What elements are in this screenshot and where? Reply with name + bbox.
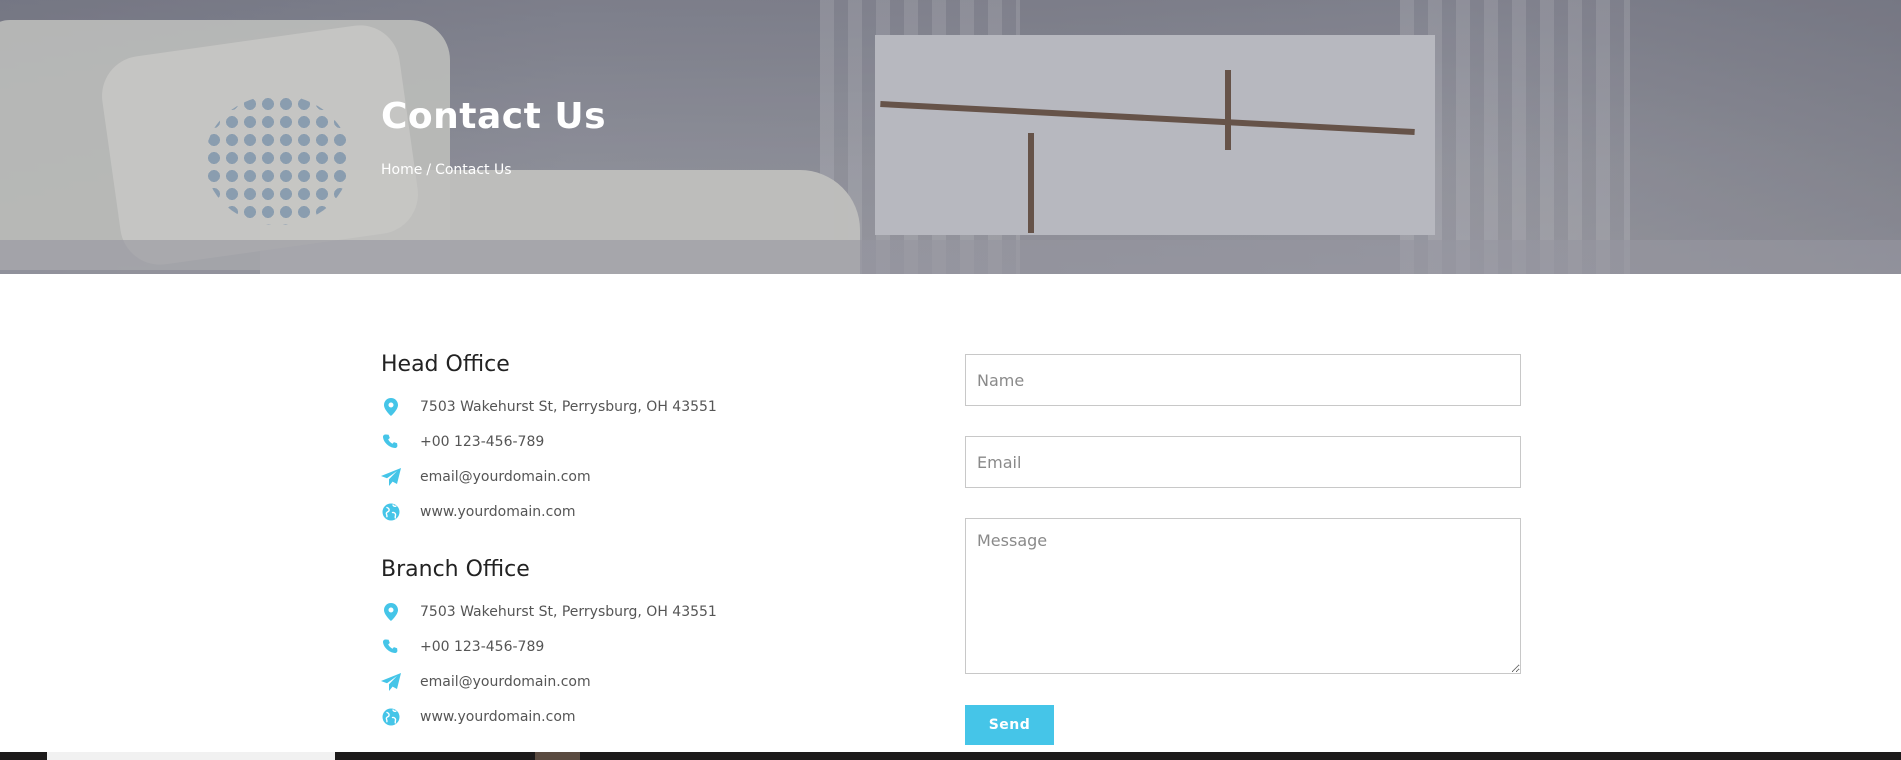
taskbar-segment	[47, 752, 335, 760]
taskbar-segment	[535, 752, 580, 760]
map-pin-icon	[381, 397, 401, 417]
branch-office-phone: +00 123-456-789	[420, 639, 545, 655]
globe-icon	[381, 707, 401, 727]
head-office-address: 7503 Wakehurst St, Perrysburg, OH 43551	[420, 399, 717, 415]
globe-icon	[381, 502, 401, 522]
phone-icon	[381, 637, 401, 657]
branch-office-address: 7503 Wakehurst St, Perrysburg, OH 43551	[420, 604, 717, 620]
branch-office-phone-row: +00 123-456-789	[381, 636, 544, 658]
send-button[interactable]: Send	[965, 705, 1054, 745]
head-office-email[interactable]: email@yourdomain.com	[420, 469, 591, 485]
hero-overlay	[0, 0, 1901, 274]
head-office-website[interactable]: www.yourdomain.com	[420, 504, 576, 520]
head-office-phone: +00 123-456-789	[420, 434, 545, 450]
message-textarea[interactable]	[965, 518, 1521, 674]
branch-office-website[interactable]: www.yourdomain.com	[420, 709, 576, 725]
head-office-email-row: email@yourdomain.com	[381, 466, 591, 488]
branch-office-email[interactable]: email@yourdomain.com	[420, 674, 591, 690]
paper-plane-icon	[381, 672, 401, 692]
map-pin-icon	[381, 602, 401, 622]
name-input[interactable]	[965, 354, 1521, 406]
hero-banner: Contact Us Home / Contact Us	[0, 0, 1901, 274]
phone-icon	[381, 432, 401, 452]
breadcrumb: Home / Contact Us	[381, 162, 512, 178]
branch-office-title: Branch Office	[381, 557, 530, 582]
paper-plane-icon	[381, 467, 401, 487]
page-title: Contact Us	[381, 96, 607, 137]
branch-office-email-row: email@yourdomain.com	[381, 671, 591, 693]
head-office-address-row: 7503 Wakehurst St, Perrysburg, OH 43551	[381, 396, 717, 418]
breadcrumb-current: Contact Us	[435, 162, 512, 178]
taskbar-strip	[0, 752, 1901, 760]
head-office-phone-row: +00 123-456-789	[381, 431, 544, 453]
head-office-title: Head Office	[381, 352, 510, 377]
branch-office-website-row: www.yourdomain.com	[381, 706, 576, 728]
email-input[interactable]	[965, 436, 1521, 488]
branch-office-address-row: 7503 Wakehurst St, Perrysburg, OH 43551	[381, 601, 717, 623]
breadcrumb-separator: /	[426, 162, 432, 178]
head-office-website-row: www.yourdomain.com	[381, 501, 576, 523]
breadcrumb-home-link[interactable]: Home	[381, 162, 422, 178]
